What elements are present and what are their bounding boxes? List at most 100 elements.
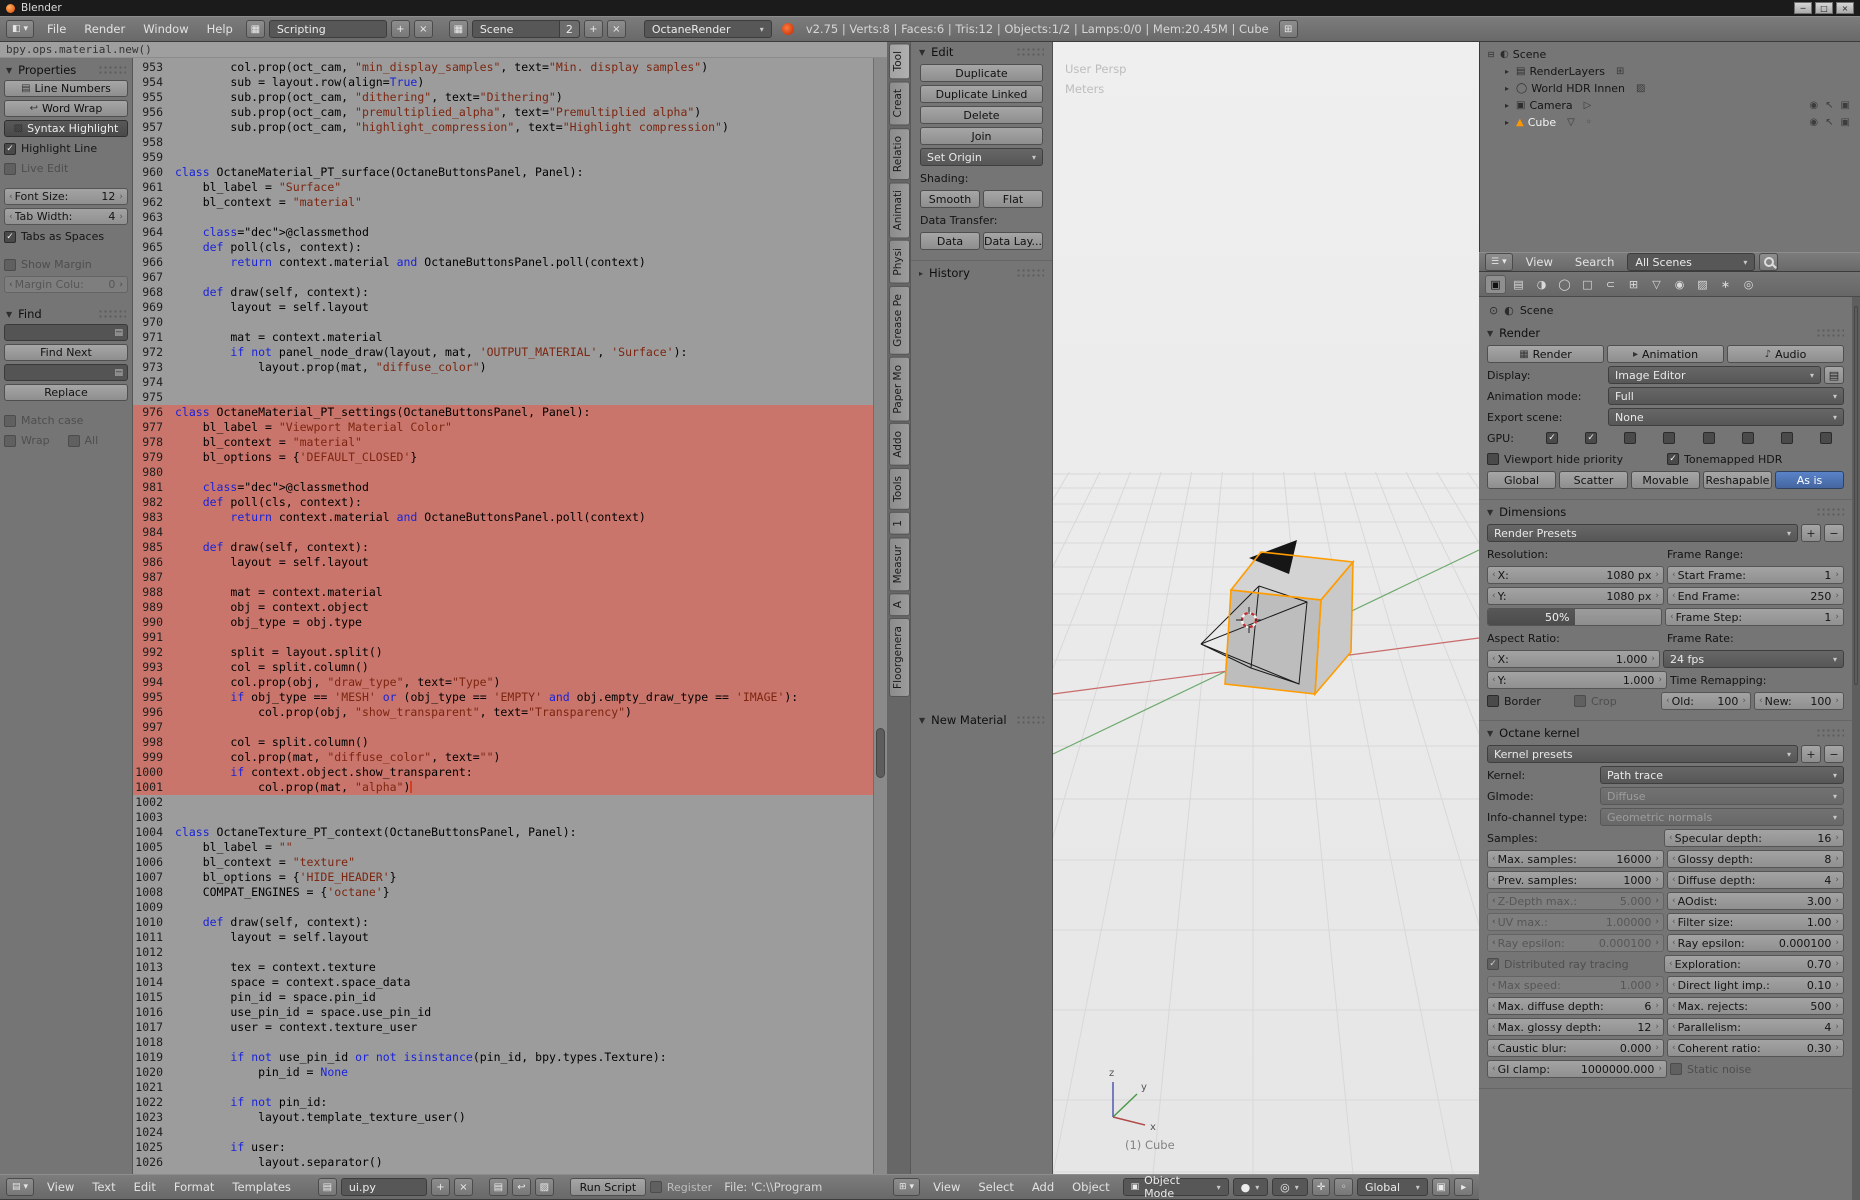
code-line[interactable]: 957 sub.prop(oct_cam, "highlight_compres… [133, 120, 873, 135]
code-line[interactable]: 1009 [133, 900, 873, 915]
run-script-button[interactable]: Run Script [569, 1178, 646, 1196]
render-check-tonemapped-hdr[interactable]: ✓ Tonemapped HDR [1667, 450, 1844, 468]
world-tab[interactable]: ◯ [1554, 275, 1575, 294]
dimensions-slider-50[interactable]: 50% [1487, 608, 1662, 626]
edit-btn-smooth[interactable]: Smooth [920, 190, 980, 208]
code-line[interactable]: 991 [133, 630, 873, 645]
find-next-button[interactable]: Find Next [4, 344, 128, 361]
properties-scrollbar[interactable] [1852, 297, 1860, 1200]
visibility-icon[interactable]: ◉ [1809, 100, 1818, 111]
code-line[interactable]: 968 def draw(self, context): [133, 285, 873, 300]
code-line[interactable]: 1019 if not use_pin_id or not isinstance… [133, 1050, 873, 1065]
octane-kernel-num-ray-epsilon[interactable]: ‹ Ray epsilon: 0.000100 › [1667, 934, 1844, 952]
render-check-item[interactable] [1730, 429, 1766, 447]
expander-icon[interactable]: ▸ [1502, 84, 1512, 93]
syntax-highlight-toggle-icon[interactable]: ▨ [534, 1178, 554, 1196]
clipboard-icon[interactable]: ▤ [114, 328, 123, 338]
octane-kernel-num-z-depth-max[interactable]: ‹ Z-Depth max.: 5.000 › [1487, 892, 1664, 910]
menu-file[interactable]: File [38, 22, 75, 36]
code-line[interactable]: 998 col = split.column() [133, 735, 873, 750]
code-line[interactable]: 971 mat = context.material [133, 330, 873, 345]
decrement-arrow-icon[interactable]: ‹ [1670, 854, 1678, 864]
find-all-checkbox[interactable]: All [67, 432, 129, 449]
increment-arrow-icon[interactable]: › [1653, 917, 1661, 927]
increment-arrow-icon[interactable]: › [1653, 980, 1661, 990]
line-numbers-toggle[interactable]: ▤ Line Numbers [4, 80, 128, 97]
minimize-button[interactable]: ─ [1794, 2, 1812, 14]
render-btn-movable[interactable]: Movable [1631, 471, 1700, 489]
mode-select[interactable]: ▣ Object Mode ▾ [1122, 1174, 1229, 1200]
code-line[interactable]: 994 col.prop(obj, "draw_type", text="Typ… [133, 675, 873, 690]
particles-tab[interactable]: ∗ [1715, 275, 1736, 294]
decrement-arrow-icon[interactable]: ‹ [1490, 854, 1498, 864]
code-editor-scrollbar[interactable] [873, 58, 887, 1174]
code-line[interactable]: 988 mat = context.material [133, 585, 873, 600]
increment-arrow-icon[interactable]: › [1740, 696, 1748, 706]
add-preset-button[interactable]: + [1801, 524, 1821, 542]
code-line[interactable]: 1002 [133, 795, 873, 810]
close-button[interactable]: × [1836, 2, 1854, 14]
increment-arrow-icon[interactable]: › [117, 280, 125, 290]
panel-grip[interactable] [98, 309, 126, 319]
increment-arrow-icon[interactable]: › [1833, 570, 1841, 580]
dimensions-num-x[interactable]: ‹ X: 1080 px › [1487, 566, 1664, 584]
code-line[interactable]: 976 class OctaneMaterial_PT_settings(Octa… [133, 405, 873, 420]
decrement-arrow-icon[interactable]: ‹ [1670, 980, 1678, 990]
add-kernel-preset-button[interactable]: + [1801, 745, 1821, 763]
expander-icon[interactable]: ⊟ [1486, 50, 1496, 59]
editor-type-button[interactable]: ◧ ▾ [6, 20, 35, 38]
panel-grip[interactable] [1016, 47, 1044, 57]
editor-type-button[interactable]: ☰ ▾ [1485, 253, 1513, 271]
dimensions-num-frame-step[interactable]: ‹ Frame Step: 1 › [1665, 608, 1844, 626]
register-checkbox[interactable]: Register [649, 1181, 712, 1194]
increment-arrow-icon[interactable]: › [1653, 854, 1661, 864]
scrollbar-thumb[interactable] [876, 727, 885, 778]
code-line[interactable]: 1014 space = context.space_data [133, 975, 873, 990]
editor-type-button[interactable]: ▤ ▾ [6, 1178, 35, 1196]
code-line[interactable]: 973 layout.prop(mat, "diffuse_color") [133, 360, 873, 375]
increment-arrow-icon[interactable]: › [1833, 1001, 1841, 1011]
code-line[interactable]: 983 return context.material and OctaneBu… [133, 510, 873, 525]
selectability-icon[interactable]: ↖ [1825, 117, 1833, 128]
render-btn-reshapable[interactable]: Reshapable [1703, 471, 1772, 489]
menu-add[interactable]: Add [1023, 1180, 1063, 1194]
pivot-point-select[interactable]: ◎ ▾ [1272, 1178, 1308, 1196]
increment-arrow-icon[interactable]: › [1653, 875, 1661, 885]
render-opengl-anim-button[interactable]: ▸ [1454, 1178, 1473, 1196]
render-btn-audio[interactable]: ♪ Audio [1727, 345, 1844, 363]
wrap-checkbox[interactable]: Wrap [4, 432, 65, 449]
panel-grip[interactable] [98, 65, 126, 75]
dimensions-menu-render-presets[interactable]: Render Presets ▾ [1487, 524, 1798, 542]
editor-type-button[interactable]: ⊞ ▾ [893, 1178, 921, 1196]
menu-text[interactable]: Text [83, 1180, 124, 1194]
panel-grip[interactable] [1816, 328, 1844, 338]
increment-arrow-icon[interactable]: › [1656, 675, 1664, 685]
increment-arrow-icon[interactable]: › [1653, 570, 1661, 580]
render-menu-image-editor[interactable]: Image Editor ▾ [1608, 366, 1821, 384]
code-line[interactable]: 965 def poll(cls, context): [133, 240, 873, 255]
selectability-icon[interactable]: ↖ [1825, 100, 1833, 111]
decrement-arrow-icon[interactable]: ‹ [1670, 570, 1678, 580]
dimensions-num-y[interactable]: ‹ Y: 1080 px › [1487, 587, 1664, 605]
octane-kernel-num-max-glossy-depth[interactable]: ‹ Max. glossy depth: 12 › [1487, 1018, 1664, 1036]
add-screen-button[interactable]: + [390, 20, 410, 38]
code-line[interactable]: 996 col.prop(obj, "show_transparent", te… [133, 705, 873, 720]
remove-kernel-preset-button[interactable]: − [1824, 745, 1844, 763]
increment-arrow-icon[interactable]: › [1833, 896, 1841, 906]
menu-templates[interactable]: Templates [223, 1180, 299, 1194]
new-text-button[interactable]: + [430, 1178, 450, 1196]
live-edit-checkbox[interactable]: Live Edit [4, 160, 128, 177]
code-line[interactable]: 1007 bl_options = {'HIDE_HEADER'} [133, 870, 873, 885]
code-line[interactable]: 963 [133, 210, 873, 225]
decrement-arrow-icon[interactable]: ‹ [1757, 696, 1765, 706]
dimensions-check-crop[interactable]: Crop [1574, 692, 1658, 710]
constraints-tab[interactable]: ⊂ [1600, 275, 1621, 294]
panel-grip[interactable] [1816, 507, 1844, 517]
object-data-tab[interactable]: ▽ [1646, 275, 1667, 294]
tabs-as-spaces-checkbox[interactable]: ✓ Tabs as Spaces [4, 228, 128, 245]
code-line[interactable]: 1026 layout.separator() [133, 1155, 873, 1170]
decrement-arrow-icon[interactable]: ‹ [1490, 654, 1498, 664]
code-line[interactable]: 980 [133, 465, 873, 480]
render-check-item[interactable]: ✓ [1573, 429, 1609, 447]
octane-kernel-num-filter-size[interactable]: ‹ Filter size: 1.00 › [1667, 913, 1844, 931]
